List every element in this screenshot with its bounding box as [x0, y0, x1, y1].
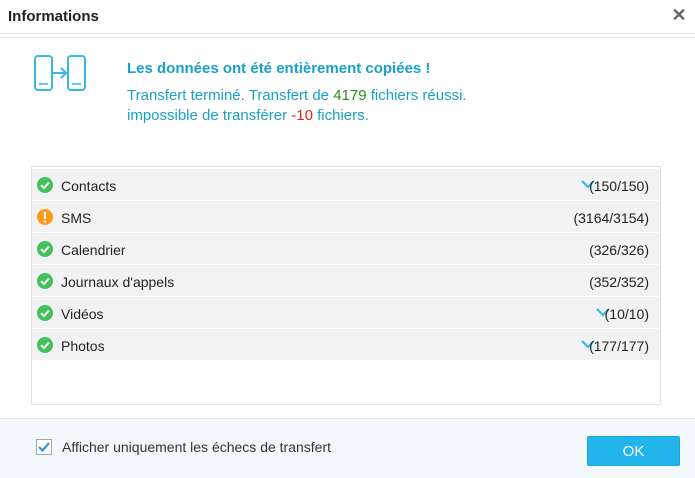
success-count: 4179	[333, 87, 367, 104]
title-bar: Informations ✕	[0, 0, 695, 34]
item-label: SMS	[61, 210, 92, 226]
failure-count: -10	[291, 107, 313, 124]
summary-success-line: Transfert terminé. Transfert de 4179 fic…	[127, 87, 467, 104]
checkmark-icon	[38, 442, 50, 453]
list-item-contacts[interactable]: Contacts (150/150)	[32, 169, 660, 201]
item-count: (10/10)	[604, 306, 649, 322]
item-label: Journaux d'appels	[61, 274, 175, 290]
item-label: Vidéos	[61, 306, 104, 322]
item-count: (352/352)	[589, 274, 649, 290]
check-circle-icon	[37, 273, 53, 289]
failures-only-label[interactable]: Afficher uniquement les échecs de transf…	[62, 439, 331, 455]
item-count: (177/177)	[589, 338, 649, 354]
close-icon[interactable]: ✕	[669, 5, 689, 25]
summary-failure-line: impossible de transférer -10 fichiers.	[127, 107, 369, 124]
item-count: (326/326)	[589, 242, 649, 258]
check-circle-icon	[37, 177, 53, 193]
item-count: (3164/3154)	[573, 210, 649, 226]
item-label: Photos	[61, 338, 105, 354]
item-label: Contacts	[61, 178, 117, 194]
list-item-call-logs[interactable]: Journaux d'appels (352/352)	[32, 265, 660, 297]
dialog-footer: Afficher uniquement les échecs de transf…	[0, 418, 695, 478]
list-item-sms[interactable]: SMS (3164/3154)	[32, 201, 660, 233]
check-circle-icon	[37, 337, 53, 353]
transfer-result-list: Contacts (150/150) SMS (3164/3154) Calen…	[31, 166, 661, 405]
check-circle-icon	[37, 241, 53, 257]
check-circle-icon	[37, 305, 53, 321]
failures-only-checkbox[interactable]	[36, 439, 52, 455]
warning-circle-icon	[37, 209, 53, 225]
item-label: Calendrier	[61, 242, 126, 258]
ok-button[interactable]: OK	[587, 436, 680, 466]
summary-failure-suffix: fichiers.	[312, 107, 369, 124]
dialog-title: Informations	[8, 8, 99, 25]
summary-failure-prefix: impossible de transférer	[127, 107, 292, 124]
summary-headline: Les données ont été entièrement copiées …	[127, 60, 431, 77]
transfer-info-dialog: Informations ✕ Les données ont été entiè…	[0, 0, 695, 478]
divider	[0, 37, 695, 38]
summary-success-suffix: fichiers réussi.	[366, 87, 467, 104]
list-item-videos[interactable]: Vidéos (10/10)	[32, 297, 660, 329]
summary-success-prefix: Transfert terminé. Transfert de	[127, 87, 334, 104]
phone-transfer-icon	[34, 55, 86, 91]
list-item-photos[interactable]: Photos (177/177)	[32, 329, 660, 361]
list-item-calendar[interactable]: Calendrier (326/326)	[32, 233, 660, 265]
item-count: (150/150)	[589, 178, 649, 194]
